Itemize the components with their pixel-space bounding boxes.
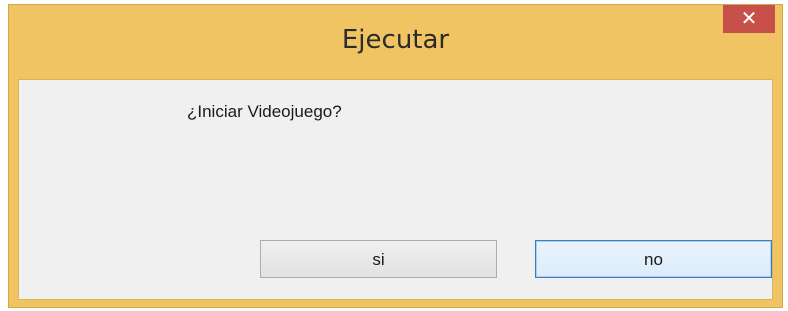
title-bar[interactable]: Ejecutar ✕ xyxy=(9,5,782,78)
dialog-message: ¿Iniciar Videojuego? xyxy=(187,102,342,121)
dialog-body: ¿Iniciar Videojuego? si no xyxy=(18,79,773,300)
window-title: Ejecutar xyxy=(341,25,450,55)
dialog-window: Ejecutar ✕ ¿Iniciar Videojuego? si no xyxy=(8,4,783,308)
no-button[interactable]: no xyxy=(535,240,772,278)
yes-button[interactable]: si xyxy=(260,240,497,278)
close-icon: ✕ xyxy=(740,8,758,30)
close-button[interactable]: ✕ xyxy=(723,5,775,33)
